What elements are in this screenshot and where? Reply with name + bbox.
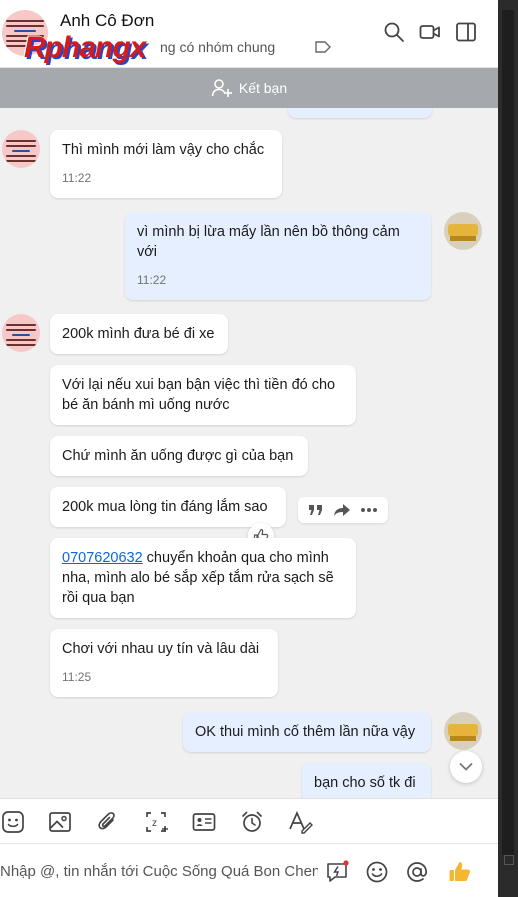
message-bubble[interactable]: 200k mình đưa bé đi xe: [50, 314, 228, 354]
message-bubble[interactable]: Chơi với nhau uy tín và lâu dài 11:25: [50, 629, 278, 697]
window-edge: [498, 0, 518, 897]
message-actions: [298, 497, 388, 523]
image-icon[interactable]: [47, 809, 73, 835]
tag-icon[interactable]: [315, 41, 331, 53]
window-resize-handle[interactable]: [504, 855, 514, 865]
composer-toolbar: z: [0, 798, 498, 844]
composer: [0, 844, 498, 897]
reminder-icon[interactable]: [239, 809, 265, 835]
scroll-to-bottom-button[interactable]: [450, 751, 482, 783]
message-text: Thì mình mới làm vậy cho chắc: [62, 142, 265, 158]
chat-window: Anh Cô Đơn ng có nhóm chung Rphangx Kết …: [0, 0, 498, 897]
scrollbar-track[interactable]: [502, 10, 514, 855]
message-list[interactable]: Thì mình mới làm vậy cho chắc 11:22 vì m…: [0, 108, 498, 798]
phone-link[interactable]: 0707620632: [62, 550, 143, 566]
message-bubble[interactable]: OK thui mình cố thêm lần nữa vậy: [183, 712, 431, 752]
video-call-icon[interactable]: [418, 20, 442, 44]
watermark-logo: Rphangx: [24, 31, 146, 64]
message-bubble[interactable]: Chứ mình ăn uống được gì của bạn: [50, 436, 308, 476]
message-bubble[interactable]: Thì mình mới làm vậy cho chắc 11:22: [50, 130, 282, 198]
sender-avatar[interactable]: [2, 130, 40, 168]
message-text: 200k mua lòng tin đáng lắm sao: [62, 499, 268, 515]
sticker-icon[interactable]: [0, 809, 26, 835]
message-text: Chứ mình ăn uống được gì của bạn: [62, 448, 294, 464]
message-time: 11:22: [137, 273, 167, 287]
svg-text:z: z: [152, 818, 157, 829]
add-friend-label: Kết bạn: [238, 80, 288, 96]
message-text: vì mình bị lừa mấy lần nên bồ thông cảm …: [137, 224, 400, 260]
my-avatar[interactable]: [444, 212, 482, 250]
message-text: OK thui mình cố thêm lần nữa vậy: [195, 724, 416, 740]
text-format-icon[interactable]: [287, 809, 313, 835]
message-bubble[interactable]: Với lại nếu xui bạn bận việc thì tiền đó…: [50, 365, 356, 425]
mutual-group-status: ng có nhóm chung: [160, 39, 276, 55]
message-text: Với lại nếu xui bạn bận việc thì tiền đó…: [62, 377, 336, 413]
mention-icon[interactable]: [404, 859, 430, 885]
quote-icon[interactable]: [308, 503, 324, 517]
sidebar-toggle-icon[interactable]: [454, 20, 478, 44]
message-text: 200k mình đưa bé đi xe: [62, 326, 215, 342]
message-input[interactable]: [0, 860, 318, 882]
quick-message-icon[interactable]: [324, 859, 350, 885]
add-friend-icon: [211, 79, 232, 97]
emoji-icon[interactable]: [364, 859, 390, 885]
message-bubble[interactable]: 0707620632 chuyển khoản qua cho mình nha…: [50, 538, 356, 618]
message-bubble[interactable]: vì mình bị lừa mấy lần nên bồ thông cảm …: [125, 212, 431, 300]
message-bubble[interactable]: 200k mua lòng tin đáng lắm sao: [50, 487, 286, 527]
thumbs-up-icon[interactable]: [447, 859, 473, 885]
forward-icon[interactable]: [333, 503, 351, 517]
message-text: bạn cho số tk đi: [314, 775, 416, 791]
my-avatar[interactable]: [444, 712, 482, 750]
attachment-icon[interactable]: [95, 809, 121, 835]
contact-card-icon[interactable]: [191, 809, 217, 835]
message-text: Chơi với nhau uy tín và lâu dài: [62, 641, 260, 657]
message-bubble-partial[interactable]: [288, 108, 432, 118]
chat-header: Anh Cô Đơn ng có nhóm chung Rphangx: [0, 0, 498, 68]
screenshot-icon[interactable]: z: [143, 809, 169, 835]
message-bubble[interactable]: bạn cho số tk đi: [302, 763, 431, 798]
sender-avatar[interactable]: [2, 314, 40, 352]
search-icon[interactable]: [382, 20, 406, 44]
message-time: 11:22: [62, 171, 92, 185]
chevron-down-icon: [459, 763, 473, 771]
message-time: 11:25: [62, 670, 92, 684]
contact-name[interactable]: Anh Cô Đơn: [60, 11, 154, 31]
more-icon[interactable]: [360, 507, 378, 513]
add-friend-button[interactable]: Kết bạn: [0, 68, 498, 108]
